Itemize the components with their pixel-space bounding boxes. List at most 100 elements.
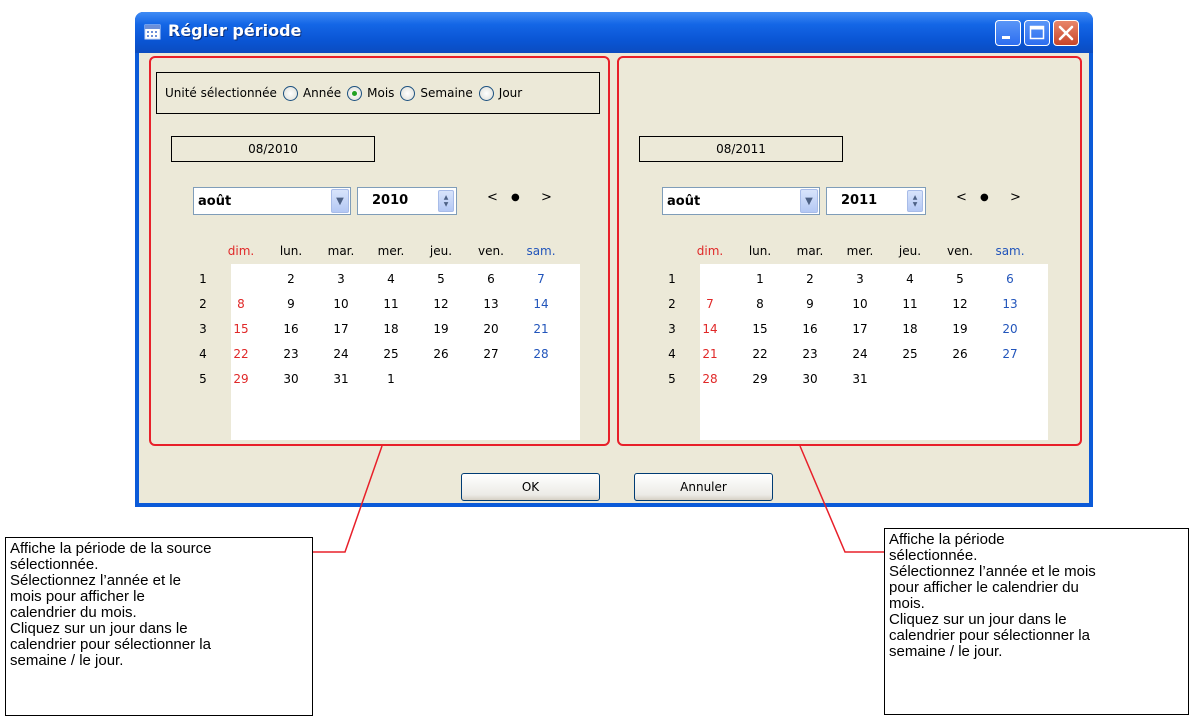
close-button[interactable] bbox=[1053, 20, 1079, 46]
calendar-day[interactable]: 15 bbox=[216, 316, 266, 341]
calendar-day[interactable]: 14 bbox=[685, 316, 735, 341]
calendar-day[interactable]: 12 bbox=[935, 291, 985, 316]
radio-jour[interactable]: Jour bbox=[478, 85, 522, 101]
calendar-day[interactable] bbox=[885, 366, 935, 391]
radio-circle-icon[interactable] bbox=[400, 85, 416, 101]
calendar-day[interactable]: 31 bbox=[835, 366, 885, 391]
calendar-day[interactable]: 18 bbox=[885, 316, 935, 341]
calendar-day[interactable]: 23 bbox=[785, 341, 835, 366]
chevron-down-icon[interactable]: ▼ bbox=[800, 189, 818, 213]
week-number[interactable]: 4 bbox=[190, 341, 216, 366]
calendar-day[interactable]: 17 bbox=[316, 316, 366, 341]
calendar-day[interactable]: 5 bbox=[935, 266, 985, 291]
calendar-day[interactable]: 24 bbox=[316, 341, 366, 366]
calendar-day[interactable]: 26 bbox=[416, 341, 466, 366]
spinner-arrows-icon[interactable]: ▲ ▼ bbox=[438, 190, 454, 212]
week-number[interactable]: 3 bbox=[190, 316, 216, 341]
calendar-day[interactable]: 25 bbox=[366, 341, 416, 366]
calendar-day[interactable]: 21 bbox=[685, 341, 735, 366]
calendar-day[interactable]: 11 bbox=[885, 291, 935, 316]
calendar-day[interactable]: 4 bbox=[366, 266, 416, 291]
radio-mois[interactable]: Mois bbox=[347, 85, 394, 101]
calendar-day[interactable]: 16 bbox=[785, 316, 835, 341]
calendar-day[interactable]: 9 bbox=[785, 291, 835, 316]
calendar-day[interactable]: 27 bbox=[466, 341, 516, 366]
calendar-day[interactable]: 22 bbox=[216, 341, 266, 366]
calendar-week-row[interactable]: 1 2 3 4 5 6 7 bbox=[190, 266, 566, 291]
calendar-day[interactable]: 7 bbox=[516, 266, 566, 291]
maximize-button[interactable] bbox=[1024, 20, 1050, 46]
calendar-day[interactable]: 15 bbox=[735, 316, 785, 341]
calendar-day[interactable]: 8 bbox=[735, 291, 785, 316]
calendar-week-row[interactable]: 3 14 15 16 17 18 19 20 bbox=[659, 316, 1035, 341]
calendar-day[interactable]: 4 bbox=[885, 266, 935, 291]
calendar-week-row[interactable]: 3 15 16 17 18 19 20 21 bbox=[190, 316, 566, 341]
calendar-day[interactable]: 9 bbox=[266, 291, 316, 316]
right-month-select[interactable]: août ▼ bbox=[662, 187, 820, 215]
radio-annee[interactable]: Année bbox=[282, 85, 341, 101]
week-number[interactable]: 5 bbox=[190, 366, 216, 391]
calendar-day[interactable]: 17 bbox=[835, 316, 885, 341]
calendar-day[interactable] bbox=[985, 366, 1035, 391]
right-prev-month-button[interactable]: < bbox=[956, 190, 967, 205]
calendar-week-row[interactable]: 2 8 9 10 11 12 13 14 bbox=[190, 291, 566, 316]
calendar-day[interactable]: 6 bbox=[466, 266, 516, 291]
calendar-day[interactable]: 29 bbox=[216, 366, 266, 391]
calendar-day[interactable]: 20 bbox=[985, 316, 1035, 341]
right-year-spinner[interactable]: 2011 ▲ ▼ bbox=[826, 187, 926, 215]
calendar-week-row[interactable]: 5 28 29 30 31 bbox=[659, 366, 1035, 391]
calendar-day[interactable]: 21 bbox=[516, 316, 566, 341]
calendar-day[interactable]: 13 bbox=[985, 291, 1035, 316]
left-next-month-button[interactable]: > bbox=[541, 190, 552, 205]
calendar-day[interactable]: 2 bbox=[785, 266, 835, 291]
calendar-day[interactable]: 13 bbox=[466, 291, 516, 316]
calendar-day[interactable]: 7 bbox=[685, 291, 735, 316]
calendar-day[interactable]: 14 bbox=[516, 291, 566, 316]
calendar-day[interactable]: 10 bbox=[835, 291, 885, 316]
calendar-day[interactable] bbox=[685, 266, 735, 291]
calendar-day[interactable]: 19 bbox=[935, 316, 985, 341]
left-year-spinner[interactable]: 2010 ▲ ▼ bbox=[357, 187, 457, 215]
radio-circle-icon[interactable] bbox=[478, 85, 494, 101]
calendar-day[interactable] bbox=[935, 366, 985, 391]
calendar-day[interactable]: 18 bbox=[366, 316, 416, 341]
calendar-day[interactable]: 26 bbox=[935, 341, 985, 366]
cancel-button[interactable]: Annuler bbox=[634, 473, 773, 501]
calendar-day[interactable]: 5 bbox=[416, 266, 466, 291]
radio-circle-checked-icon[interactable] bbox=[347, 85, 363, 101]
calendar-day[interactable]: 2 bbox=[266, 266, 316, 291]
calendar-week-row[interactable]: 5 29 30 31 1 bbox=[190, 366, 566, 391]
chevron-down-icon[interactable]: ▼ bbox=[331, 189, 349, 213]
week-number[interactable]: 1 bbox=[659, 266, 685, 291]
week-number[interactable]: 2 bbox=[190, 291, 216, 316]
calendar-day[interactable]: 29 bbox=[735, 366, 785, 391]
calendar-day[interactable]: 3 bbox=[316, 266, 366, 291]
calendar-day[interactable]: 1 bbox=[366, 366, 416, 391]
calendar-week-row[interactable]: 2 7 8 9 10 11 12 13 bbox=[659, 291, 1035, 316]
left-prev-month-button[interactable]: < bbox=[487, 190, 498, 205]
calendar-week-row[interactable]: 4 22 23 24 25 26 27 28 bbox=[190, 341, 566, 366]
calendar-day[interactable]: 30 bbox=[785, 366, 835, 391]
calendar-day[interactable]: 12 bbox=[416, 291, 466, 316]
minimize-button[interactable] bbox=[995, 20, 1021, 46]
calendar-week-row[interactable]: 4 21 22 23 24 25 26 27 bbox=[659, 341, 1035, 366]
calendar-day[interactable]: 19 bbox=[416, 316, 466, 341]
calendar-day[interactable] bbox=[466, 366, 516, 391]
ok-button[interactable]: OK bbox=[461, 473, 600, 501]
radio-semaine[interactable]: Semaine bbox=[400, 85, 473, 101]
week-number[interactable]: 2 bbox=[659, 291, 685, 316]
left-today-button[interactable]: ● bbox=[511, 192, 520, 203]
left-month-select[interactable]: août ▼ bbox=[193, 187, 351, 215]
week-number[interactable]: 3 bbox=[659, 316, 685, 341]
calendar-day[interactable]: 25 bbox=[885, 341, 935, 366]
calendar-day[interactable] bbox=[216, 266, 266, 291]
calendar-day[interactable]: 1 bbox=[735, 266, 785, 291]
week-number[interactable]: 4 bbox=[659, 341, 685, 366]
calendar-day[interactable]: 24 bbox=[835, 341, 885, 366]
calendar-day[interactable]: 23 bbox=[266, 341, 316, 366]
calendar-day[interactable]: 31 bbox=[316, 366, 366, 391]
calendar-day[interactable]: 10 bbox=[316, 291, 366, 316]
right-next-month-button[interactable]: > bbox=[1010, 190, 1021, 205]
calendar-day[interactable]: 8 bbox=[216, 291, 266, 316]
calendar-day[interactable]: 28 bbox=[685, 366, 735, 391]
